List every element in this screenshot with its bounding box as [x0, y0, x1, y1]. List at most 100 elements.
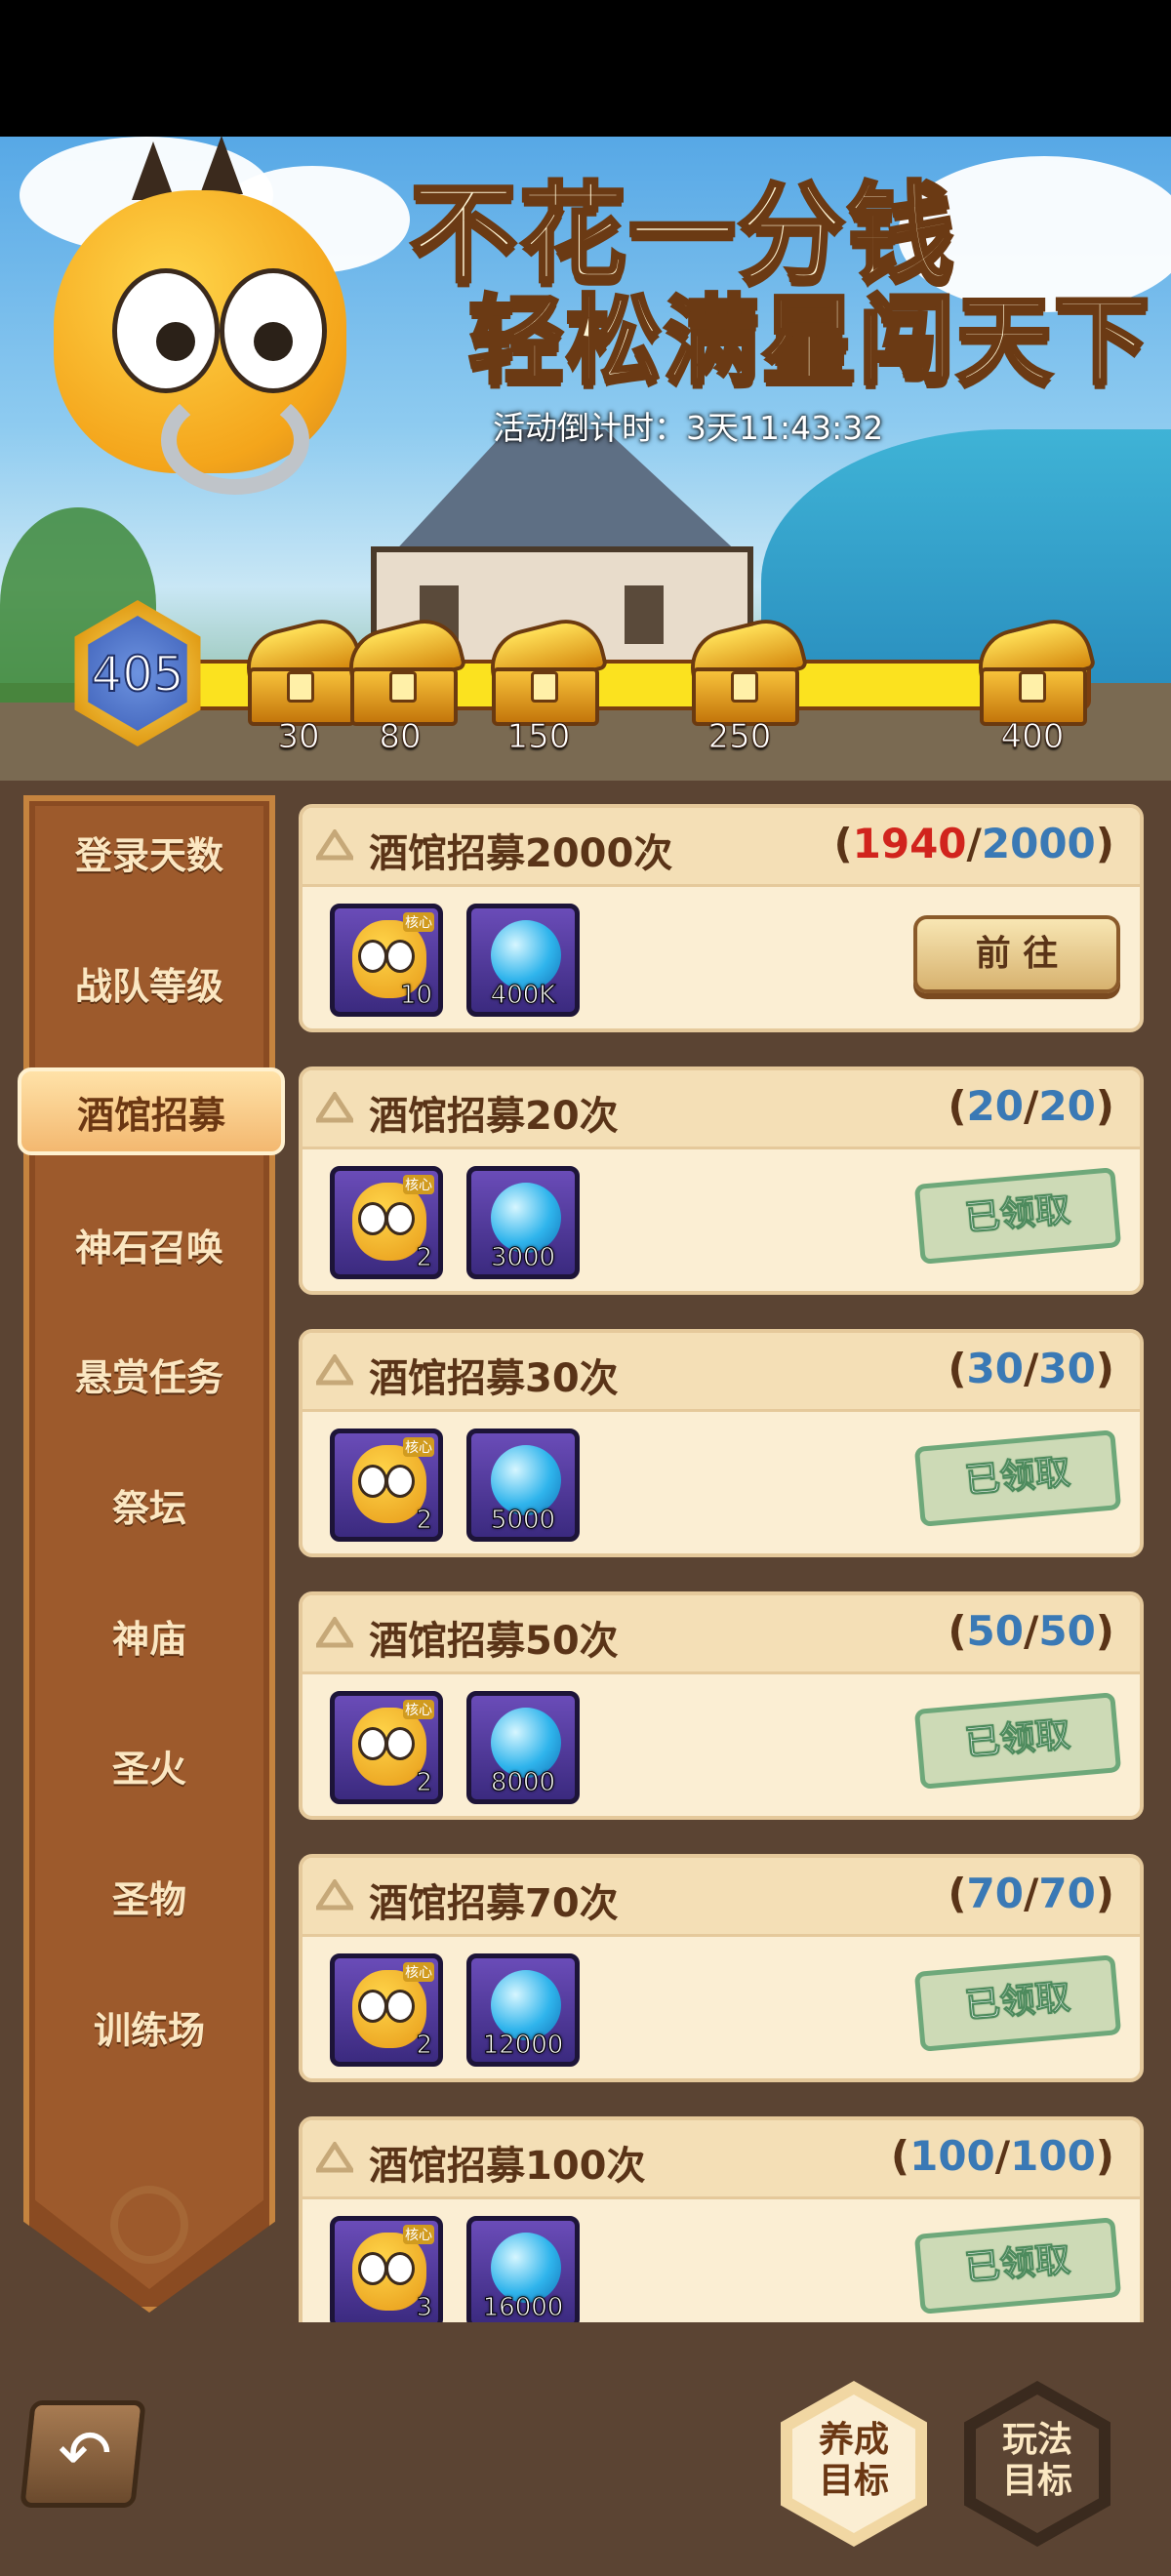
task-title: 酒馆招募50次: [369, 1619, 619, 1664]
reward-quantity: 5000: [490, 1506, 556, 1536]
task-title: 酒馆招募30次: [369, 1356, 619, 1401]
task-header: 酒馆招募100次 (100/100): [303, 2120, 1140, 2199]
back-arrow-icon[interactable]: ↶: [51, 2420, 119, 2488]
reward-orb[interactable]: 400K: [466, 904, 580, 1017]
task-progress-target: 30: [1038, 1345, 1096, 1392]
reward-tag: 核心: [403, 1437, 434, 1457]
triangle-icon: [316, 1092, 353, 1123]
task-header: 酒馆招募30次 (30/30): [303, 1333, 1140, 1412]
task-title: 酒馆招募100次: [369, 2144, 646, 2189]
task-progress-current: 70: [966, 1870, 1024, 1917]
triangle-icon: [316, 2142, 353, 2173]
reward-quantity: 3000: [490, 1243, 556, 1273]
task-progress-current: 30: [966, 1345, 1024, 1392]
task-progress: (100/100): [890, 2132, 1114, 2180]
task-progress: (1940/2000): [833, 820, 1114, 867]
reward-tag: 核心: [403, 1700, 434, 1719]
reward-hero-shard[interactable]: 核心 2: [330, 1953, 443, 2067]
banner-title-line2: 轻松满星闯天下: [466, 284, 1152, 399]
task-progress-current: 20: [966, 1082, 1024, 1130]
reward-hero-shard[interactable]: 核心 3: [330, 2216, 443, 2322]
reward-orb[interactable]: 3000: [466, 1166, 580, 1279]
sidebar-item-tavern-recruit[interactable]: 酒馆招募: [18, 1067, 285, 1155]
reward-tag: 核心: [403, 1962, 434, 1982]
reward-orb[interactable]: 12000: [466, 1953, 580, 2067]
sidebar-item-holy-fire[interactable]: 圣火: [23, 1739, 275, 1792]
task-progress: (30/30): [948, 1345, 1114, 1392]
reward-quantity: 2: [416, 1243, 433, 1273]
task-title: 酒馆招募70次: [369, 1881, 619, 1926]
task-card: 酒馆招募30次 (30/30) 核心 2 5000 已领取: [299, 1329, 1144, 1557]
task-card: 酒馆招募100次 (100/100) 核心 3 16000 已领取: [299, 2116, 1144, 2322]
task-progress-current: 100: [909, 2132, 995, 2180]
task-title: 酒馆招募20次: [369, 1094, 619, 1139]
sidebar-item-temple[interactable]: 神庙: [23, 1609, 275, 1663]
play-goal-label-line1: 玩法: [1001, 2420, 1072, 2460]
task-card: 酒馆招募70次 (70/70) 核心 2 12000 已领取: [299, 1854, 1144, 2082]
status-bar: [0, 0, 1171, 137]
milestone-chest-icon[interactable]: [970, 611, 1097, 726]
grow-goal-label-line2: 目标: [818, 2461, 889, 2501]
sidebar-item-altar[interactable]: 祭坛: [23, 1478, 275, 1532]
reward-quantity: 3: [416, 2293, 433, 2323]
task-card: 酒馆招募50次 (50/50) 核心 2 8000 已领取: [299, 1591, 1144, 1820]
milestone-chest-icon[interactable]: [482, 611, 609, 726]
sidebar-item-bounty-quests[interactable]: 悬赏任务: [23, 1348, 275, 1401]
level-value: 405: [90, 645, 184, 704]
reward-quantity: 12000: [482, 2031, 564, 2061]
reward-quantity: 2: [416, 1506, 433, 1536]
task-header: 酒馆招募20次 (20/20): [303, 1070, 1140, 1149]
sidebar-item-stone-summon[interactable]: 神石召唤: [23, 1218, 275, 1271]
goto-button[interactable]: 前 往: [913, 915, 1120, 993]
sidebar-item-relics[interactable]: 圣物: [23, 1870, 275, 1923]
category-sidebar-inner: [35, 806, 263, 2289]
task-progress-target: 2000: [981, 820, 1096, 867]
milestone-label: 30: [277, 717, 320, 757]
reward-orb[interactable]: 5000: [466, 1429, 580, 1542]
reward-tag: 核心: [403, 2225, 434, 2244]
reward-hero-shard[interactable]: 核心 2: [330, 1166, 443, 1279]
claimed-stamp: 已领取: [913, 2217, 1122, 2314]
triangle-icon: [316, 1354, 353, 1386]
task-header: 酒馆招募2000次 (1940/2000): [303, 808, 1140, 887]
task-card: 酒馆招募2000次 (1940/2000) 核心 10 400K 前 往: [299, 804, 1144, 1032]
sea: [761, 429, 1171, 683]
reward-orb[interactable]: 16000: [466, 2216, 580, 2322]
sidebar-emblem-icon: [110, 2186, 188, 2264]
milestone-chest-icon[interactable]: [341, 611, 467, 726]
reward-hero-shard[interactable]: 核心 2: [330, 1429, 443, 1542]
milestone-label: 250: [707, 717, 772, 757]
task-progress-target: 100: [1010, 2132, 1096, 2180]
task-progress-target: 50: [1038, 1607, 1096, 1655]
house-window: [625, 585, 664, 644]
claimed-stamp: 已领取: [913, 1954, 1122, 2052]
milestone-chest-icon[interactable]: [238, 611, 365, 726]
triangle-icon: [316, 829, 353, 861]
reward-hero-shard[interactable]: 核心 10: [330, 904, 443, 1017]
sidebar-item-training-ground[interactable]: 训练场: [23, 2000, 275, 2054]
task-title: 酒馆招募2000次: [369, 831, 673, 876]
task-header: 酒馆招募50次 (50/50): [303, 1595, 1140, 1674]
reward-quantity: 10: [399, 981, 432, 1011]
task-progress: (20/20): [948, 1082, 1114, 1130]
sidebar-item-team-level[interactable]: 战队等级: [23, 956, 275, 1010]
milestone-chest-icon[interactable]: [682, 611, 809, 726]
task-progress-current: 1940: [852, 820, 967, 867]
reward-hero-shard[interactable]: 核心 2: [330, 1691, 443, 1804]
reward-quantity: 16000: [482, 2293, 564, 2323]
reward-quantity: 2: [416, 2031, 433, 2061]
task-list[interactable]: 酒馆招募2000次 (1940/2000) 核心 10 400K 前 往 酒馆招…: [299, 800, 1144, 2322]
task-progress-current: 50: [966, 1607, 1024, 1655]
sidebar-item-login-days[interactable]: 登录天数: [23, 825, 275, 879]
grow-goal-label-line1: 养成: [818, 2420, 889, 2460]
reward-orb[interactable]: 8000: [466, 1691, 580, 1804]
task-progress: (70/70): [948, 1870, 1114, 1917]
reward-quantity: 2: [416, 1768, 433, 1798]
task-card: 酒馆招募20次 (20/20) 核心 2 3000 已领取: [299, 1067, 1144, 1295]
milestone-label: 80: [379, 717, 422, 757]
milestone-label: 400: [1000, 717, 1065, 757]
event-countdown: 活动倒计时：3天11:43:32: [493, 409, 884, 447]
mascot-character: [54, 136, 346, 495]
claimed-stamp: 已领取: [913, 1429, 1122, 1527]
reward-tag: 核心: [403, 912, 434, 932]
